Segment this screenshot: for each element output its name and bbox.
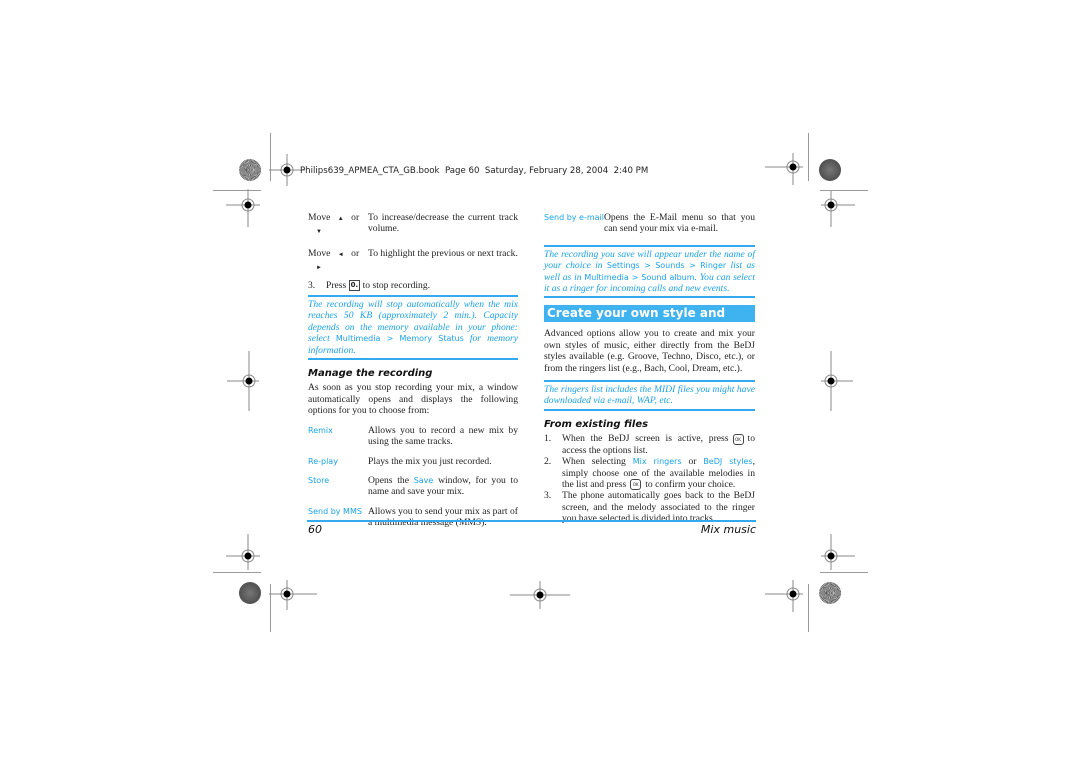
subsection-heading: From existing files (544, 418, 649, 430)
print-header: Philips639_APMEA_CTA_GB.book Page 60 Sat… (300, 166, 649, 176)
or-label: or (351, 247, 360, 259)
registration-targets (226, 153, 855, 612)
step-number: 2. (544, 456, 552, 468)
menu-item-save: Save (413, 475, 434, 485)
step-text-post: to stop recording. (362, 279, 431, 291)
or-label: or (351, 212, 360, 223)
registration-target-icon (510, 581, 570, 609)
option-description: Opens the E-Mail menu so that you can se… (604, 212, 755, 235)
zero-key-icon: 0. (348, 279, 361, 291)
menu-item-bedj-styles: BeDJ styles (703, 457, 753, 467)
option-description: Opens the Save window, for you to name a… (368, 474, 518, 498)
right-arrow-icon: ► (316, 265, 322, 272)
step-1: 1. When the BeDJ screen is active, press… (544, 433, 755, 456)
move-row-track: Move ◄ or ► To highlight the previous or… (308, 248, 518, 275)
option-label: Send by e-mail (544, 213, 604, 222)
ok-key-icon: OK (732, 433, 744, 445)
move-volume-description: To increase/decrease the current track v… (368, 212, 518, 235)
option-description: Allows you to send your mix as part of a… (368, 505, 518, 529)
registration-target-icon (269, 580, 317, 610)
menu-item-mix-ringers: Mix ringers (632, 457, 682, 467)
step-2: 2. When selecting Mix ringers or BeDJ st… (544, 456, 755, 491)
option-store: Store Opens the Save window, for you to … (308, 475, 518, 498)
ok-key-icon: OK (630, 479, 642, 491)
move-row-volume: Move ▲ or ▼ To increase/decrease the cur… (308, 212, 518, 239)
right-column: Send by e-mail Opens the E-Mail menu so … (544, 212, 755, 525)
note-recording-limit: The recording will stop automatically wh… (308, 295, 518, 361)
page-number: 60 (308, 523, 322, 536)
down-arrow-icon: ▼ (316, 229, 322, 236)
option-send-email: Send by e-mail Opens the E-Mail menu so … (544, 212, 755, 235)
option-description: Allows you to record a new mix by using … (368, 424, 518, 448)
step-text-pre: Press (326, 279, 347, 291)
option-label: Store (308, 475, 330, 485)
move-label: Move (308, 212, 331, 223)
chapter-title: Mix music (700, 523, 756, 536)
registration-target-icon (765, 153, 803, 185)
menu-path: Multimedia > Sound album (584, 272, 695, 282)
option-label: Remix (308, 425, 333, 435)
left-arrow-icon: ◄ (337, 251, 344, 258)
section-title-bar: Create your own style and mix (544, 305, 755, 335)
move-label: Move (308, 247, 331, 259)
registration-target-icon (821, 534, 855, 570)
registration-target-icon (226, 534, 260, 570)
section-intro: Advanced options allow you to create and… (544, 328, 755, 374)
option-remix: Remix Allows you to record a new mix by … (308, 425, 518, 448)
left-column: Move ▲ or ▼ To increase/decrease the cur… (308, 212, 518, 529)
option-description: Plays the mix you just recorded. (368, 455, 492, 467)
registration-target-icon (821, 191, 855, 227)
note-saved-recording: The recording you save will appear under… (544, 244, 755, 299)
note-ringers-list: The ringers list includes the MIDI files… (544, 380, 755, 411)
menu-path: Multimedia > Memory Status (335, 334, 464, 344)
up-arrow-icon: ▲ (337, 216, 344, 222)
move-track-description: To highlight the previous or next track. (368, 247, 518, 259)
registration-target-icon (765, 580, 803, 612)
option-send-mms: Send by MMS Allows you to send your mix … (308, 506, 518, 529)
registration-target-icon (226, 189, 260, 227)
registration-target-icon (821, 351, 853, 411)
step-stop-recording: 3. Press 0. to stop recording. (308, 280, 518, 291)
section-heading: Manage the recording (308, 368, 433, 380)
step-number: 1. (544, 433, 552, 445)
option-replay: Re-play Plays the mix you just recorded. (308, 456, 518, 467)
step-number: 3. (308, 279, 316, 291)
section-intro: As soon as you stop recording your mix, … (308, 382, 518, 417)
footer-rule (307, 520, 756, 522)
menu-path: Settings > Sounds > Ringer (606, 261, 727, 271)
registration-target-icon (227, 351, 259, 411)
option-label: Re-play (308, 456, 338, 466)
